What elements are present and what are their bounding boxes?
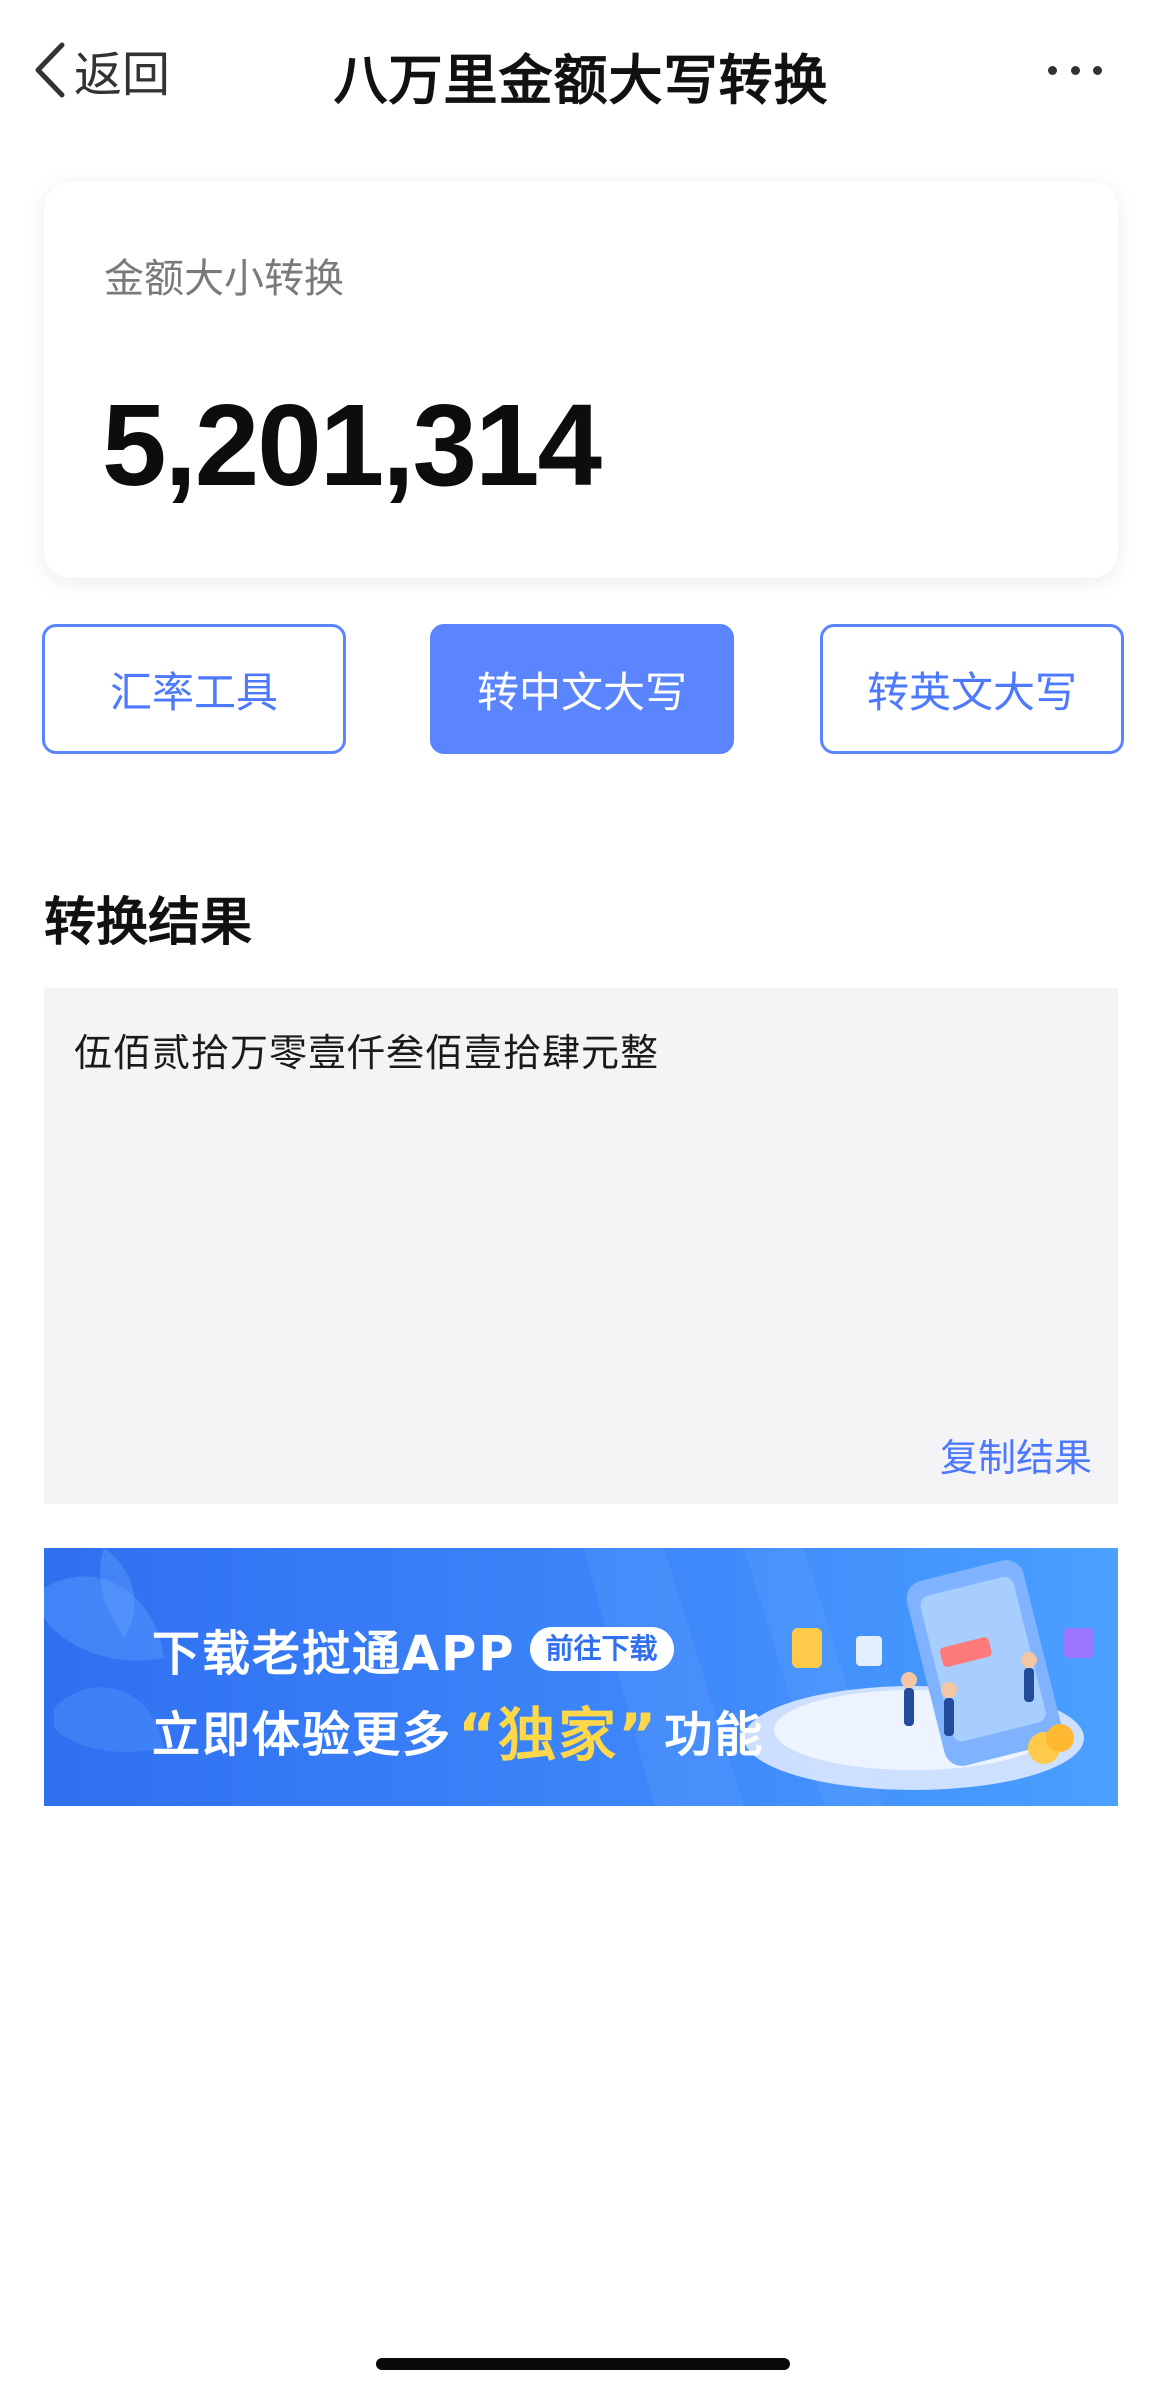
convert-chinese-uppercase-button[interactable]: 转中文大写 — [430, 624, 734, 754]
exchange-rate-tool-button[interactable]: 汇率工具 — [42, 624, 346, 754]
amount-card[interactable]: 金额大小转换 5,201,314 — [44, 182, 1118, 578]
amount-value[interactable]: 5,201,314 — [102, 378, 602, 512]
more-dot — [1093, 65, 1102, 75]
result-section-title: 转换结果 — [44, 893, 253, 953]
convert-english-uppercase-button[interactable]: 转英文大写 — [820, 624, 1124, 754]
banner-subline-prefix: 立即体验更多 — [152, 1707, 453, 1763]
home-indicator[interactable] — [376, 2358, 790, 2370]
more-dot — [1070, 65, 1080, 75]
banner-subline-highlight: “独家” — [458, 1701, 659, 1769]
banner-headline-text: 下载老挝通APP — [152, 1626, 516, 1682]
copy-result-button[interactable]: 复制结果 — [940, 1427, 1092, 1482]
more-icon[interactable] — [1048, 58, 1102, 82]
banner-subline-suffix: 功能 — [664, 1707, 765, 1763]
page: 返回 八万里金额大写转换 金额大小转换 5,201,314 汇率工具 转中文大写… — [0, 0, 1162, 2396]
page-title: 八万里金额大写转换 — [333, 49, 829, 112]
more-dot — [1048, 65, 1057, 75]
banner-headline: 下载老挝通APP 前往下载 — [152, 1614, 674, 1684]
navigation-bar: 返回 八万里金额大写转换 — [0, 0, 1162, 140]
amount-card-label: 金额大小转换 — [104, 256, 344, 302]
download-app-banner[interactable]: 下载老挝通APP 前往下载 立即体验更多 “独家” 功能 — [44, 1548, 1118, 1806]
banner-subline: 立即体验更多 “独家” 功能 — [152, 1688, 764, 1772]
result-box: 伍佰贰拾万零壹仟叁佰壹拾肆元整 复制结果 — [44, 988, 1118, 1504]
banner-download-pill[interactable]: 前往下载 — [529, 1627, 674, 1671]
result-text: 伍佰贰拾万零壹仟叁佰壹拾肆元整 — [74, 1031, 660, 1075]
